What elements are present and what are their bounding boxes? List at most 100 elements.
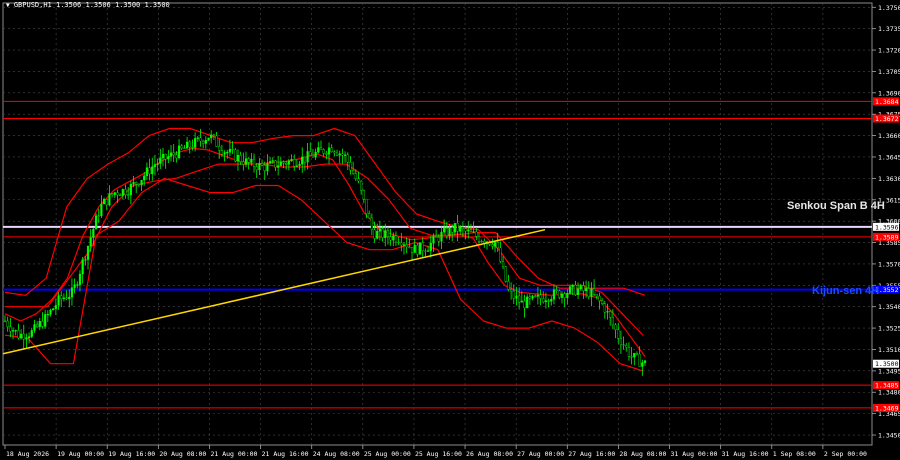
- candle-body: [223, 152, 226, 155]
- y-tick-label: 1.3480: [878, 389, 900, 397]
- candle-body: [234, 149, 237, 162]
- down-triangle-icon: ▼: [6, 2, 10, 9]
- candle-body: [547, 300, 550, 302]
- candle-body: [614, 324, 617, 331]
- candle-body: [145, 167, 149, 177]
- candle-body: [440, 231, 443, 242]
- candle-body: [309, 151, 312, 156]
- x-tick-label: 19 Aug 16:00: [108, 450, 155, 458]
- candle-body: [57, 295, 60, 306]
- candle-body: [461, 226, 465, 229]
- candle-body: [426, 250, 430, 252]
- candle-body: [327, 147, 331, 155]
- candle-body: [19, 333, 23, 339]
- candle-body: [590, 288, 593, 297]
- candle-body: [86, 246, 90, 260]
- candle-body: [550, 299, 553, 302]
- candle-body: [544, 300, 548, 303]
- candle-body: [619, 338, 622, 345]
- candle-body: [510, 289, 513, 292]
- symbol-ohlc-text: GBPUSD,H1 1.3506 1.3506 1.3500 1.3500: [13, 1, 170, 9]
- candle-body: [526, 296, 529, 309]
- candle-body: [167, 156, 170, 160]
- candle-body: [421, 242, 424, 252]
- candle-body: [378, 228, 381, 232]
- price-tag-label: 1.3485: [875, 382, 899, 390]
- candle-body: [579, 285, 582, 290]
- candle-body: [306, 151, 309, 163]
- candle-body: [598, 295, 601, 302]
- candle-body: [515, 295, 518, 299]
- y-tick-label: 1.3510: [878, 346, 900, 354]
- candle-body: [566, 293, 569, 299]
- candle-body: [611, 316, 614, 326]
- candle-body: [595, 293, 598, 297]
- candle-body: [512, 290, 515, 299]
- candle-body: [453, 223, 456, 233]
- candle-body: [523, 300, 526, 309]
- candle-body: [25, 337, 28, 340]
- candle-body: [568, 286, 572, 294]
- candle-body: [333, 151, 336, 154]
- candle-body: [587, 288, 590, 297]
- x-tick-label: 28 Aug 08:00: [619, 450, 666, 458]
- candle-body: [207, 137, 210, 141]
- candle-body: [76, 284, 79, 286]
- candle-body: [445, 228, 448, 237]
- candle-body: [236, 155, 240, 162]
- candle-body: [352, 170, 355, 174]
- candle-body: [68, 296, 71, 300]
- tenkan-sen-line: [4, 147, 646, 357]
- candle-body: [169, 152, 173, 157]
- candle-body: [49, 309, 52, 315]
- x-tick-label: 31 Aug 00:00: [671, 450, 718, 458]
- candle-body: [199, 137, 202, 142]
- x-tick-label: 31 Aug 16:00: [722, 450, 769, 458]
- candle-body: [54, 305, 57, 309]
- candle-body: [376, 231, 379, 239]
- candle-body: [161, 154, 165, 159]
- candle-body: [3, 320, 7, 322]
- candle-body: [311, 155, 315, 158]
- candle-body: [384, 230, 387, 238]
- candle-body: [124, 189, 127, 195]
- candle-body: [194, 138, 197, 148]
- candle-body: [558, 290, 561, 298]
- candle-body: [116, 192, 119, 196]
- candle-body: [247, 158, 250, 163]
- candle-body: [255, 166, 258, 170]
- senkou-span-b-label: Senkou Span B 4H: [787, 200, 885, 212]
- x-tick-label: 2 Sep 00:00: [824, 450, 867, 458]
- candle-body: [496, 242, 499, 249]
- symbol-info: ▼ GBPUSD,H1 1.3506 1.3506 1.3500 1.3500: [6, 1, 170, 9]
- candle-body: [617, 329, 620, 339]
- x-tick-label: 18 Aug 2026: [6, 450, 49, 458]
- candle-body: [119, 194, 122, 196]
- candle-body: [210, 134, 213, 139]
- y-tick-label: 1.3450: [878, 432, 900, 440]
- candle-body: [609, 311, 612, 318]
- candle-body: [175, 154, 178, 159]
- candle-body: [641, 362, 644, 367]
- y-tick-label: 1.3705: [878, 68, 900, 76]
- candle-body: [274, 160, 277, 168]
- candle-body: [28, 336, 31, 339]
- x-tick-label: 1 Sep 08:00: [773, 450, 816, 458]
- candle-body: [239, 155, 242, 162]
- price-chart[interactable]: 1.37501.37351.37201.37051.36901.36751.36…: [0, 0, 900, 460]
- candle-body: [555, 289, 558, 292]
- chart-window[interactable]: 1.37501.37351.37201.37051.36901.36751.36…: [0, 0, 900, 460]
- candle-body: [231, 148, 234, 151]
- candle-body: [279, 161, 282, 166]
- candle-body: [89, 237, 92, 247]
- candle-body: [9, 326, 12, 332]
- candle-body: [30, 330, 33, 337]
- candle-body: [389, 236, 392, 241]
- candle-body: [196, 137, 199, 139]
- candle-body: [92, 228, 95, 238]
- candle-body: [250, 158, 253, 163]
- candle-body: [295, 165, 298, 167]
- candle-body: [418, 242, 422, 255]
- x-tick-label: 25 Aug 16:00: [415, 450, 462, 458]
- candle-body: [102, 198, 106, 205]
